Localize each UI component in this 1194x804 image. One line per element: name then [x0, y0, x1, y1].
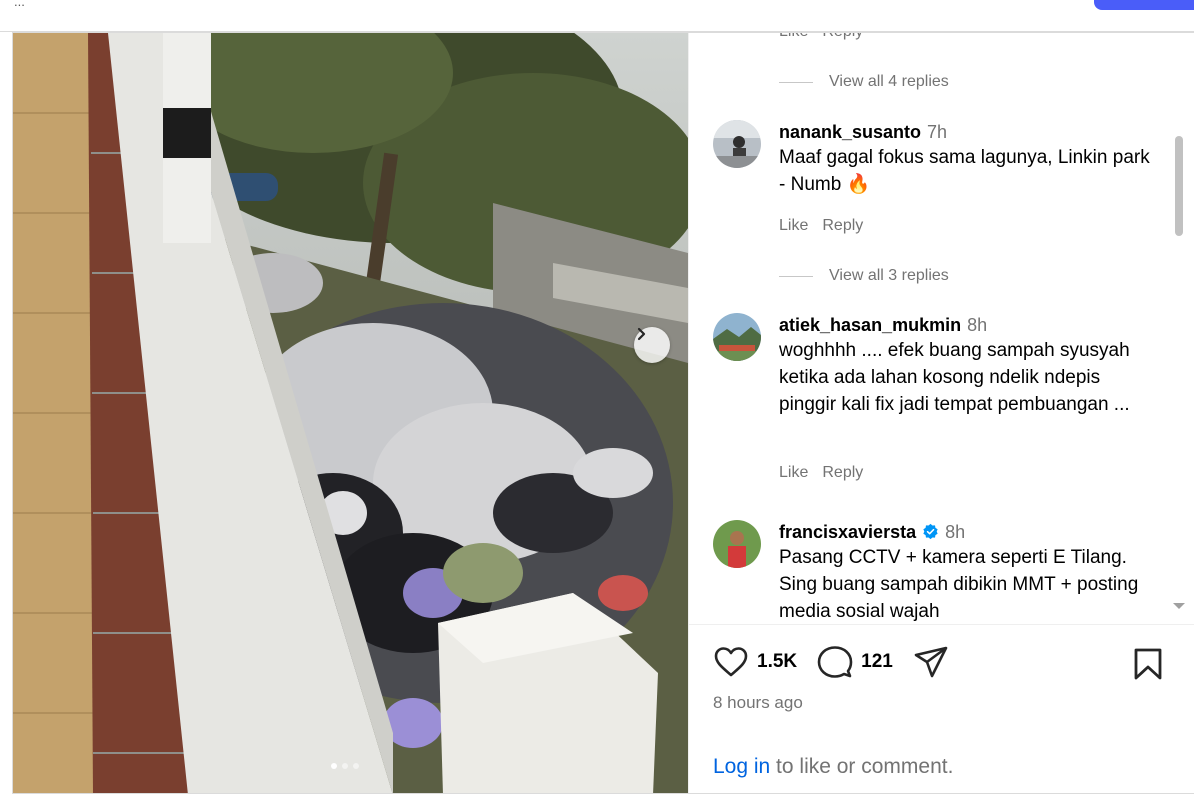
login-link[interactable]: Log in — [713, 755, 770, 778]
comments-scrollbar[interactable] — [1172, 33, 1188, 624]
scroll-down-arrow-icon[interactable] — [1173, 603, 1185, 609]
carousel-dots — [331, 763, 359, 769]
top-partial-text: ... — [14, 0, 25, 9]
login-prompt: Log in to like or comment. — [713, 755, 953, 779]
browser-top-strip: ... — [0, 0, 1194, 32]
comment-username[interactable]: francisxaviersta — [779, 522, 916, 542]
share-button[interactable] — [913, 645, 949, 679]
like-comment-link[interactable]: Like — [779, 464, 808, 482]
carousel-dot[interactable] — [331, 763, 337, 769]
verified-badge-icon — [923, 523, 938, 540]
post-time[interactable]: 8 hours ago — [713, 693, 803, 713]
comment-actions: Like Reply — [779, 33, 863, 41]
comment-actions: Like Reply — [779, 464, 863, 482]
carousel-dot[interactable] — [342, 763, 348, 769]
heart-icon — [714, 647, 748, 677]
post-media — [13, 33, 688, 793]
comment-username[interactable]: nanank_susanto — [779, 122, 921, 142]
likes-count[interactable]: 1.5K — [757, 651, 797, 673]
comment-icon — [817, 646, 853, 678]
comment-text: Maaf gagal fokus sama lagunya, Linkin pa… — [779, 147, 1150, 195]
avatar[interactable] — [713, 120, 761, 168]
post-sidebar: Like Reply View all 4 replies — [688, 33, 1194, 793]
comment-actions: Like Reply — [779, 217, 863, 235]
comment-time[interactable]: 8h — [945, 522, 965, 542]
comment-body: atiek_hasan_mukmin 8h woghhhh .... efek b… — [779, 313, 1159, 418]
view-replies-label: View all 4 replies — [829, 73, 949, 90]
view-replies-label: View all 3 replies — [829, 267, 949, 284]
avatar-image — [713, 520, 761, 568]
comments-count[interactable]: 121 — [861, 651, 893, 673]
replies-divider — [779, 275, 813, 277]
next-image-button[interactable] — [634, 327, 670, 363]
post-actions: 1.5K 121 — [713, 645, 949, 679]
chevron-right-icon — [637, 327, 646, 341]
save-button[interactable] — [1133, 647, 1163, 686]
like-comment-link[interactable]: Like — [779, 217, 808, 235]
reply-comment-link[interactable]: Reply — [822, 33, 863, 41]
comment-body: nanank_susanto 7h Maaf gagal fokus sama l… — [779, 120, 1159, 198]
garbage-photo — [13, 33, 688, 793]
comment-time[interactable]: 8h — [967, 315, 987, 335]
avatar[interactable] — [713, 520, 761, 568]
comment-button[interactable] — [817, 645, 853, 679]
avatar[interactable] — [713, 313, 761, 361]
replies-divider — [779, 81, 813, 83]
view-replies-button[interactable]: View all 3 replies — [779, 267, 949, 285]
carousel-dot[interactable] — [353, 763, 359, 769]
reply-comment-link[interactable]: Reply — [822, 464, 863, 482]
post-dialog: Like Reply View all 4 replies — [12, 32, 1194, 794]
comment-text: Pasang CCTV + kamera seperti E Tilang. S… — [779, 547, 1139, 622]
like-comment-link[interactable]: Like — [779, 33, 808, 41]
view-replies-button[interactable]: View all 4 replies — [779, 73, 949, 91]
avatar-image — [713, 313, 761, 361]
share-icon — [914, 646, 948, 678]
scroll-thumb[interactable] — [1175, 136, 1183, 236]
comment-text: woghhhh .... efek buang sampah syusyah k… — [779, 340, 1130, 415]
comment-body: francisxaviersta 8h Pasang CCTV + kamera … — [779, 520, 1159, 624]
login-prompt-text: to like or comment. — [770, 755, 954, 778]
like-button[interactable] — [713, 646, 749, 678]
post-footer: 1.5K 121 8 hours ago Log in to like or c… — [689, 624, 1194, 793]
avatar-image — [713, 120, 761, 168]
comment-username[interactable]: atiek_hasan_mukmin — [779, 315, 961, 335]
comments-list: Like Reply View all 4 replies — [689, 33, 1194, 624]
comment-time[interactable]: 7h — [927, 122, 947, 142]
bookmark-icon — [1134, 648, 1162, 680]
reply-comment-link[interactable]: Reply — [822, 217, 863, 235]
top-action-button[interactable] — [1094, 0, 1194, 10]
